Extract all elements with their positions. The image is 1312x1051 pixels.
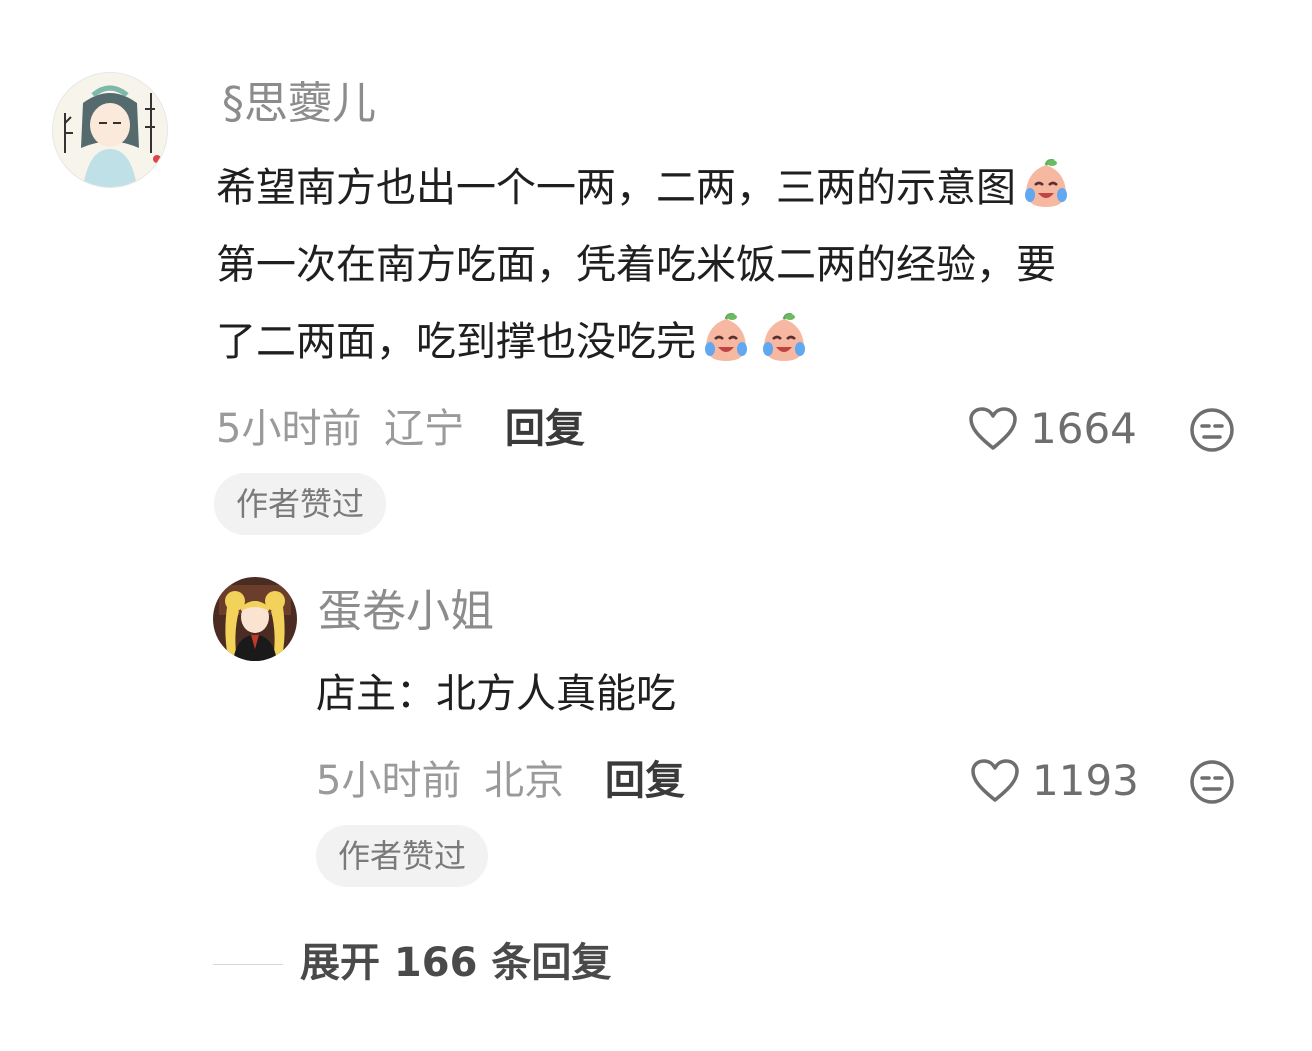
comment-line-2: 第一次在南方吃面，凭着吃米饭二两的经验，要 bbox=[216, 242, 1056, 288]
crying-laughing-peach-emoji bbox=[705, 313, 747, 361]
dislike-face-icon[interactable] bbox=[1188, 406, 1236, 454]
reply-time: 5小时前 bbox=[316, 758, 462, 804]
crying-laughing-peach-emoji bbox=[1025, 159, 1067, 207]
commenter-avatar[interactable] bbox=[52, 72, 168, 188]
reply-meta: 5小时前 北京 回复 bbox=[316, 753, 685, 809]
heart-icon bbox=[969, 407, 1017, 450]
expand-replies-button[interactable]: 展开 166 条回复 bbox=[300, 935, 611, 991]
reply-reply-button[interactable]: 回复 bbox=[605, 758, 685, 804]
comment-thread: §思蘷儿 希望南方也出一个一两，二两，三两的示意图 第一次在南方吃面，凭着吃米饭… bbox=[0, 0, 1312, 1051]
reply-like-button[interactable]: 1193 bbox=[970, 753, 1139, 809]
comment-body: 希望南方也出一个一两，二两，三两的示意图 第一次在南方吃面，凭着吃米饭二两的经验… bbox=[216, 150, 1276, 381]
crying-laughing-peach-emoji bbox=[763, 313, 805, 361]
author-liked-badge: 作者赞过 bbox=[214, 473, 387, 535]
reply-avatar[interactable] bbox=[213, 577, 297, 661]
comment-like-count: 1664 bbox=[1030, 404, 1137, 453]
comment-reply-button[interactable]: 回复 bbox=[505, 406, 585, 452]
heart-icon bbox=[971, 759, 1019, 802]
commenter-username[interactable]: §思蘷儿 bbox=[222, 74, 376, 134]
comment-location: 辽宁 bbox=[384, 406, 465, 452]
author-liked-badge: 作者赞过 bbox=[316, 825, 489, 887]
comment-line-3: 了二两面，吃到撑也没吃完 bbox=[216, 304, 1276, 381]
reply-username[interactable]: 蛋卷小姐 bbox=[318, 582, 494, 642]
comment-meta: 5小时前 辽宁 回复 bbox=[216, 401, 585, 457]
dislike-face-icon[interactable] bbox=[1188, 758, 1236, 806]
comment-like-button[interactable]: 1664 bbox=[968, 401, 1137, 457]
reply-body: 店主：北方人真能吃 bbox=[316, 671, 676, 717]
comment-line-1: 希望南方也出一个一两，二两，三两的示意图 bbox=[216, 150, 1276, 227]
reply-location: 北京 bbox=[484, 758, 565, 804]
comment-time: 5小时前 bbox=[216, 406, 362, 452]
reply-like-count: 1193 bbox=[1032, 756, 1139, 805]
expand-divider bbox=[213, 964, 283, 965]
